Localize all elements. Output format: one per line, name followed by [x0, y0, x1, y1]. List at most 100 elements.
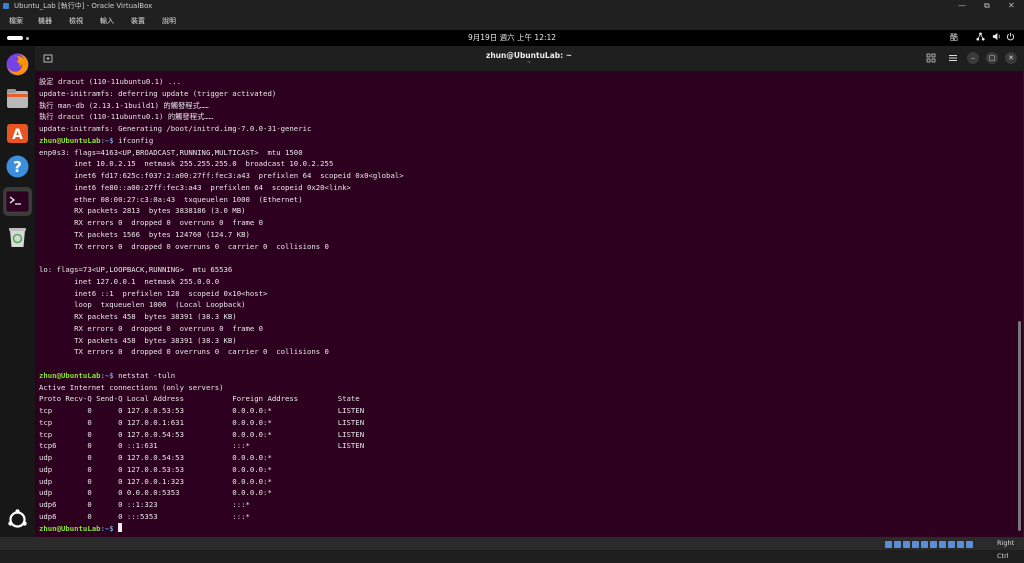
output-text: tcp 0 0 127.0.0.1:631 0.0.0.0:* LISTEN	[39, 417, 365, 427]
menu-help[interactable]: 說明	[162, 12, 176, 30]
display-icon[interactable]	[939, 541, 946, 548]
output-line: inet 10.0.2.15 netmask 255.255.255.0 bro…	[39, 158, 1009, 170]
terminal-window[interactable]: zhun@UbuntuLab: ~ ~ – □ ✕ 設定 dracut (110…	[35, 46, 1023, 537]
trash-icon[interactable]	[5, 224, 30, 249]
terminal-maximize-button[interactable]: □	[986, 52, 998, 64]
host-key-label: Right Ctrl	[997, 539, 1015, 560]
menu-machine[interactable]: 機器	[38, 12, 52, 30]
menu-view[interactable]: 檢視	[69, 12, 83, 30]
output-text: tcp 0 0 127.0.0.54:53 0.0.0.0:* LISTEN	[39, 429, 365, 439]
output-text: ether 08:00:27:c3:0a:43 txqueuelen 1000 …	[39, 194, 303, 204]
maximize-button[interactable]: ⧉	[984, 0, 990, 12]
output-text: tcp6 0 0 ::1:631 :::* LISTEN	[39, 441, 365, 451]
output-text: udp6 0 0 ::1:323 :::*	[39, 500, 250, 509]
output-text: loop txqueuelen 1000 (Local Loopback)	[39, 300, 246, 310]
output-line: udp 0 0 127.0.0.1:323 0.0.0.0:*	[39, 476, 1009, 488]
prompt-user: zhun@UbuntuLab	[39, 135, 101, 145]
gnome-top-bar: 9月19日 週六 上午 12:12 酷	[0, 30, 1024, 46]
terminal-header-bar: zhun@UbuntuLab: ~ ~ – □ ✕	[35, 46, 1023, 71]
output-line: tcp6 0 0 ::1:631 :::* LISTEN	[39, 440, 1009, 452]
menu-input[interactable]: 輸入	[100, 12, 114, 30]
output-text: inet 10.0.2.15 netmask 255.255.255.0 bro…	[39, 159, 334, 169]
output-text: 設定 dracut (110-11ubuntu0.1) ...	[39, 77, 181, 86]
app-center-icon[interactable]: A	[5, 120, 30, 145]
clock[interactable]: 9月19日 週六 上午 12:12	[0, 30, 1024, 46]
search-icon[interactable]	[926, 53, 936, 66]
prompt-user: zhun@UbuntuLab	[39, 523, 101, 533]
output-line: TX packets 1566 bytes 124760 (124.7 KB)	[39, 229, 1009, 241]
terminal-close-button[interactable]: ✕	[1005, 52, 1017, 64]
output-text: TX errors 0 dropped 0 overruns 0 carrier…	[39, 347, 329, 357]
input-method-indicator[interactable]: 酷	[950, 30, 958, 46]
output-text: inet6 fe80::a00:27ff:fec3:a43 prefixlen …	[39, 182, 351, 192]
output-line: 執行 man-db (2.13.1-1build1) 的觸發程式……	[39, 100, 1009, 112]
firefox-icon[interactable]	[5, 52, 30, 77]
output-line: RX errors 0 dropped 0 overruns 0 frame 0	[39, 323, 1009, 335]
network-status-icon[interactable]	[912, 541, 919, 548]
output-line: 設定 dracut (110-11ubuntu0.1) ...	[39, 76, 1009, 88]
output-line: inet6 fd17:625c:f037:2:a00:27ff:fec3:a43…	[39, 170, 1009, 182]
usb-icon[interactable]	[921, 541, 928, 548]
menu-devices[interactable]: 裝置	[131, 12, 145, 30]
output-line: inet6 ::1 prefixlen 128 scopeid 0x10<hos…	[39, 288, 1009, 300]
terminal-minimize-button[interactable]: –	[967, 52, 979, 64]
output-text: udp 0 0 127.0.0.53:53 0.0.0.0:*	[39, 464, 272, 474]
vbox-title-bar: Ubuntu_Lab [執行中] - Oracle VirtualBox — ⧉…	[0, 0, 1024, 12]
storage-icon[interactable]	[885, 541, 892, 548]
output-text: enp0s3: flags=4163<UP,BROADCAST,RUNNING,…	[39, 147, 303, 157]
output-text: lo: flags=73<UP,LOOPBACK,RUNNING> mtu 65…	[39, 265, 233, 274]
prompt-line: zhun@UbuntuLab:~$ ifconfig	[39, 135, 1009, 147]
mouse-integration-icon[interactable]	[957, 541, 964, 548]
output-text: udp 0 0 0.0.0.0:5353 0.0.0.0:*	[39, 488, 272, 498]
close-button[interactable]: ✕	[1008, 0, 1015, 12]
audio-icon[interactable]	[903, 541, 910, 548]
terminal-scrollbar[interactable]	[1018, 321, 1021, 531]
vbox-status-bar: Right Ctrl	[0, 537, 1024, 560]
optical-icon[interactable]	[894, 541, 901, 548]
menu-hamburger-icon[interactable]	[948, 53, 958, 66]
prompt-path: :~$	[100, 370, 119, 380]
volume-icon[interactable]	[992, 30, 1001, 46]
output-text: TX packets 1566 bytes 124760 (124.7 KB)	[39, 229, 250, 239]
recording-icon[interactable]	[948, 541, 955, 548]
keyboard-icon[interactable]	[966, 541, 973, 548]
output-text: udp6 0 0 :::5353 :::*	[39, 511, 250, 521]
output-text: update-initramfs: Generating /boot/initr…	[39, 124, 312, 133]
output-text: inet 127.0.0.1 netmask 255.0.0.0	[39, 276, 220, 286]
output-text: RX packets 2813 bytes 3838186 (3.0 MB)	[39, 206, 246, 216]
show-apps-icon[interactable]	[5, 507, 30, 532]
prompt-path: :~$	[100, 135, 119, 145]
output-line: Active Internet connections (only server…	[39, 382, 1009, 394]
command-text: netstat -tuln	[118, 370, 176, 380]
output-line: udp 0 0 127.0.0.54:53 0.0.0.0:*	[39, 452, 1009, 464]
command-text: ifconfig	[118, 135, 154, 145]
shared-folders-icon[interactable]	[930, 541, 937, 548]
terminal-icon[interactable]	[3, 187, 32, 216]
minimize-button[interactable]: —	[958, 0, 966, 12]
output-line: tcp 0 0 127.0.0.54:53 0.0.0.0:* LISTEN	[39, 429, 1009, 441]
terminal-subtitle: ~	[526, 60, 532, 66]
output-line: udp6 0 0 ::1:323 :::*	[39, 499, 1009, 511]
output-text: inet6 fd17:625c:f037:2:a00:27ff:fec3:a43…	[39, 171, 404, 180]
terminal-output[interactable]: 設定 dracut (110-11ubuntu0.1) ... update-in…	[39, 76, 1009, 534]
output-line: loop txqueuelen 1000 (Local Loopback)	[39, 299, 1009, 311]
output-line: inet 127.0.0.1 netmask 255.0.0.0	[39, 276, 1009, 288]
power-icon[interactable]	[1006, 30, 1015, 46]
menu-file[interactable]: 檔案	[9, 12, 23, 30]
prompt-line: zhun@UbuntuLab:~$ netstat -tuln	[39, 370, 1009, 382]
output-line: update-initramfs: Generating /boot/initr…	[39, 123, 1009, 135]
help-icon[interactable]: ?	[5, 154, 30, 179]
output-line: RX packets 458 bytes 38391 (38.3 KB)	[39, 311, 1009, 323]
network-icon[interactable]	[976, 30, 985, 46]
status-icons	[885, 540, 975, 553]
output-line: inet6 fe80::a00:27ff:fec3:a43 prefixlen …	[39, 182, 1009, 194]
output-text: RX errors 0 dropped 0 overruns 0 frame 0	[39, 218, 264, 227]
prompt-user: zhun@UbuntuLab	[39, 370, 101, 380]
svg-text:A: A	[12, 127, 23, 143]
vbox-menu-bar: 檔案 機器 檢視 輸入 裝置 說明	[0, 12, 1024, 30]
files-icon[interactable]	[5, 86, 30, 111]
dock: A ?	[0, 46, 35, 537]
output-line: enp0s3: flags=4163<UP,BROADCAST,RUNNING,…	[39, 147, 1009, 159]
